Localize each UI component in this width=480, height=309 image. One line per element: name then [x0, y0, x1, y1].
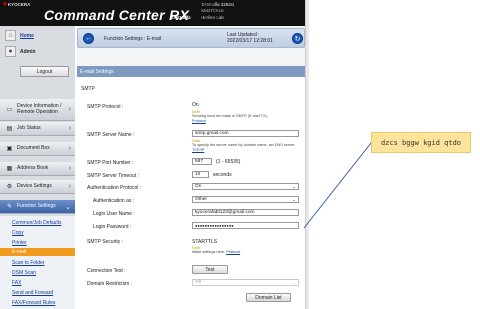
callout-connector: [303, 142, 372, 229]
app-password-callout: dzcs bggw kgid qtdo: [371, 132, 471, 153]
